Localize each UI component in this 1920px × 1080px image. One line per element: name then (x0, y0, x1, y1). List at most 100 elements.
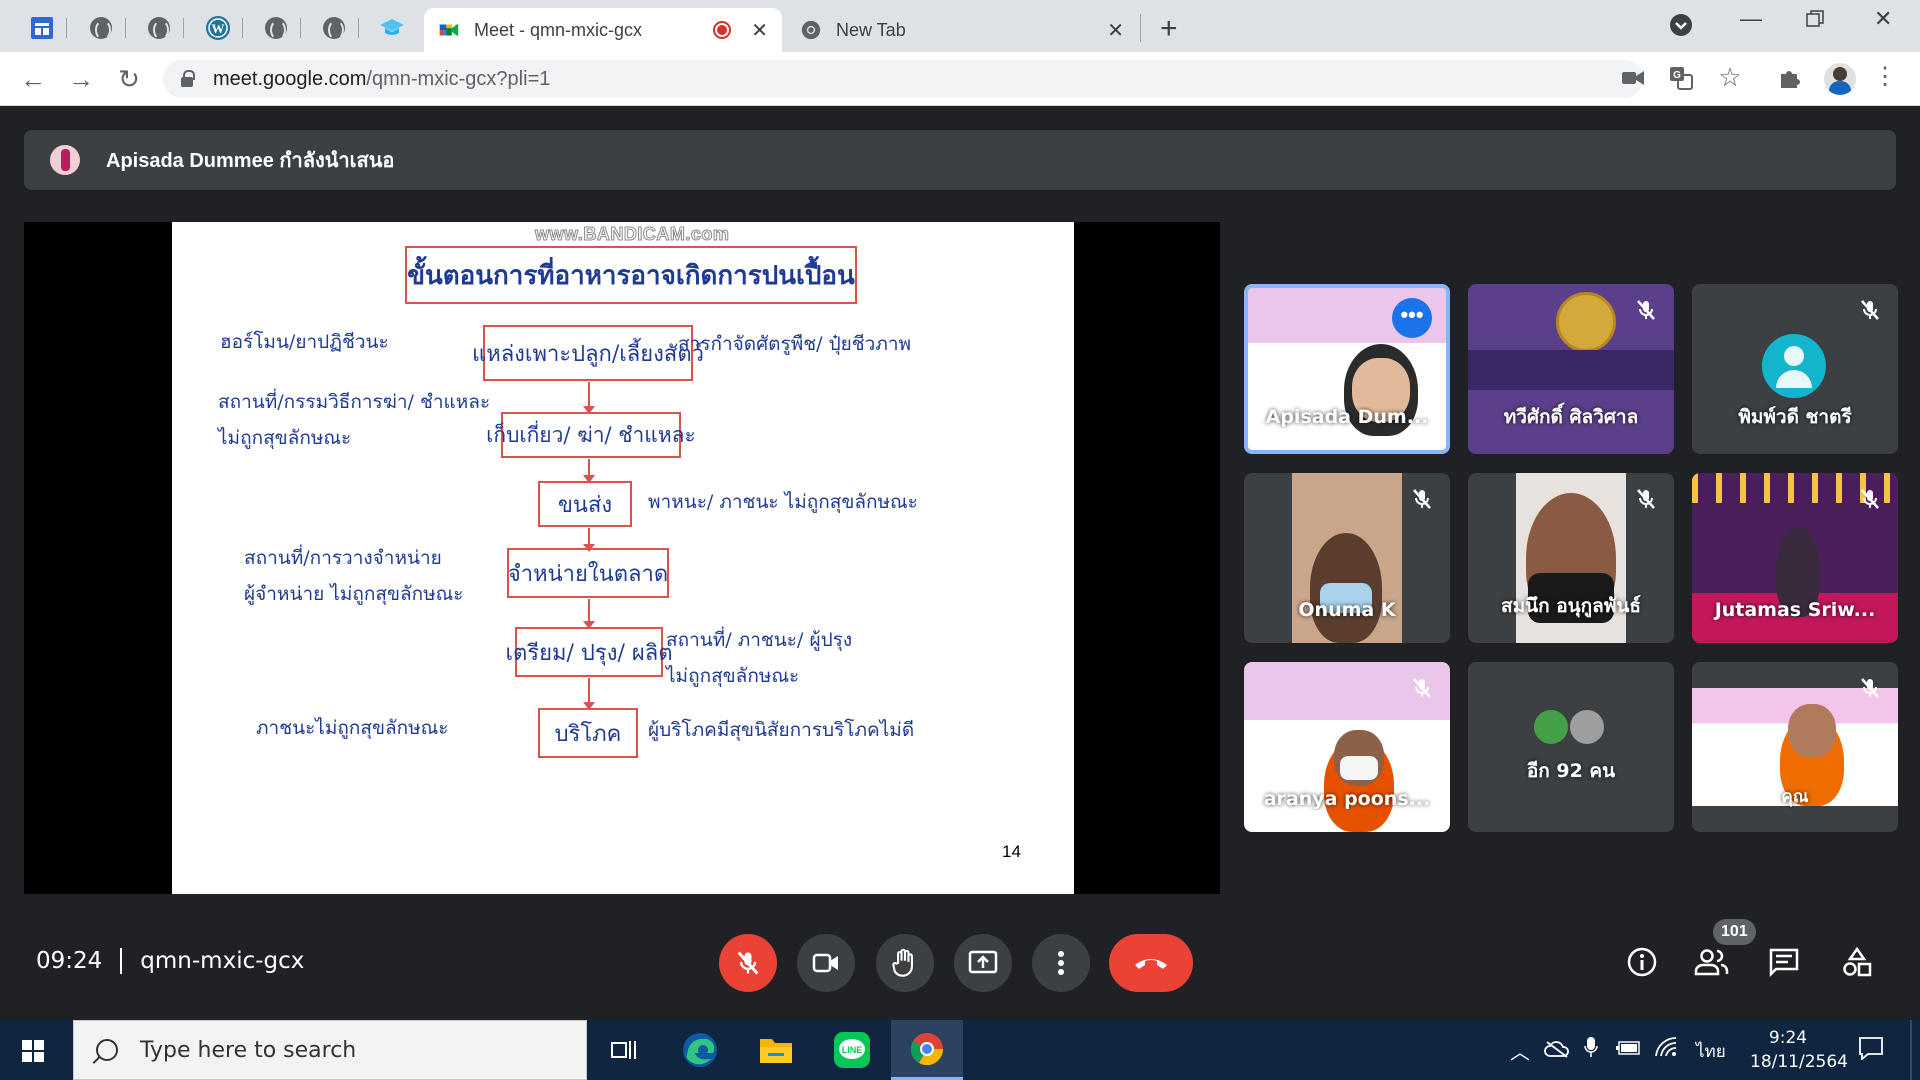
flow-step: เก็บเกี่ยว/ ฆ่า/ ชำแหละ (486, 412, 696, 458)
meeting-details-button[interactable] (1620, 940, 1664, 984)
participant-tile[interactable]: Jutamas Sriw... (1692, 473, 1898, 643)
globe-icon[interactable] (134, 8, 184, 48)
participant-name: aranya poons... (1263, 788, 1431, 810)
mic-off-icon (1861, 489, 1879, 509)
presenting-text: Apisada Dummee กำลังนำเสนอ (106, 150, 395, 172)
meeting-code: qmn-mxic-gcx (140, 948, 305, 974)
presenting-banner: Apisada Dummee กำลังนำเสนอ (24, 130, 1896, 190)
clock-time: 9:24 (1768, 1028, 1808, 1048)
college-emblem (1556, 292, 1616, 352)
participant-tile[interactable]: aranya poons... (1244, 662, 1450, 832)
divider (120, 948, 123, 974)
meeting-time: 09:24 (36, 948, 103, 974)
participant-tile[interactable]: ••• Apisada Dum... (1244, 284, 1450, 454)
tab-meet[interactable]: Meet - qmn-mxic-gcx ✕ (424, 8, 782, 52)
participant-tile[interactable]: สมนึก อนุกูลพันธ์ (1468, 473, 1674, 643)
restore-icon[interactable] (1806, 8, 1824, 34)
show-desktop-strip[interactable] (1910, 1020, 1912, 1080)
more-options-button[interactable] (1032, 934, 1090, 992)
avatar (1532, 708, 1570, 746)
back-arrow-icon[interactable]: ← (16, 62, 50, 96)
camera-toggle-button[interactable] (797, 934, 855, 992)
address-bar[interactable]: meet.google.com/qmn-mxic-gcx?pli=1 (163, 60, 1643, 98)
flow-arrow (583, 528, 595, 552)
participant-tile-others[interactable]: อีก 92 คน (1468, 662, 1674, 832)
microphone-toggle-button[interactable] (719, 934, 777, 992)
microphone-tray-icon[interactable] (1584, 1036, 1598, 1063)
notifications-icon[interactable] (1858, 1036, 1884, 1065)
tab-divider (1140, 14, 1141, 42)
globe-icon[interactable] (309, 8, 359, 48)
windows-start-icon[interactable] (22, 1040, 44, 1062)
camera-in-use-icon[interactable] (1620, 66, 1646, 92)
bandicam-watermark: www.BANDICAM.com (534, 224, 730, 245)
translate-icon[interactable]: G (1668, 66, 1694, 92)
globe-icon[interactable] (76, 8, 126, 48)
flow-arrow (583, 459, 595, 483)
file-explorer-icon[interactable] (740, 1020, 812, 1080)
chrome-icon (801, 20, 821, 40)
tab-search-icon[interactable] (1670, 14, 1692, 36)
mic-off-icon (1637, 300, 1655, 320)
participant-tile[interactable]: Onuma K (1244, 473, 1450, 643)
participant-tile[interactable]: ทวีศักดิ์ ศิลวิศาล (1468, 284, 1674, 454)
new-tab-plus-icon[interactable]: + (1160, 12, 1178, 46)
battery-icon[interactable] (1616, 1040, 1642, 1061)
participant-name: Onuma K (1298, 599, 1396, 621)
chat-button[interactable] (1762, 940, 1806, 984)
line-app-icon[interactable]: LINE (816, 1020, 888, 1080)
forward-arrow-icon[interactable]: → (64, 62, 98, 96)
presentation-stage[interactable]: www.BANDICAM.com ขั้นตอนการที่อาหารอาจเก… (24, 222, 1220, 894)
globe-icon[interactable] (251, 8, 301, 48)
language-indicator[interactable]: ไทย (1696, 1038, 1726, 1065)
show-hidden-icons[interactable]: ︿ (1510, 1036, 1530, 1065)
avatar (1568, 708, 1606, 746)
shared-slide: www.BANDICAM.com ขั้นตอนการที่อาหารอาจเก… (172, 222, 1074, 894)
participant-tile-self[interactable]: คุณ (1692, 662, 1898, 832)
onedrive-cloud-icon[interactable] (1544, 1040, 1570, 1063)
chat-icon (1769, 948, 1799, 977)
avatar (1762, 334, 1826, 398)
chrome-taskbar-icon[interactable] (891, 1020, 963, 1080)
flow-step: ขนส่ง (538, 481, 632, 527)
leave-call-button[interactable] (1109, 934, 1193, 992)
more-options-icon[interactable]: ••• (1392, 298, 1432, 338)
flow-step: จำหน่ายในตลาด (507, 548, 669, 598)
participant-name: สมนึก อนุกูลพันธ์ (1501, 595, 1641, 617)
participant-name: คุณ (1781, 787, 1809, 807)
taskbar-clock[interactable]: 9:24 18/11/2564 (1750, 1026, 1848, 1074)
bookmark-star-icon[interactable]: ☆ (1717, 62, 1743, 92)
edge-browser-icon[interactable] (664, 1020, 736, 1080)
extensions-puzzle-icon[interactable] (1777, 66, 1803, 92)
right-note: พาหนะ/ ภาชนะ ไม่ถูกสุขลักษณะ (648, 491, 918, 513)
wordpress-icon[interactable]: W (193, 8, 243, 48)
present-screen-button[interactable] (954, 934, 1012, 992)
flow-arrow (583, 382, 595, 414)
close-tab-icon[interactable]: ✕ (751, 18, 768, 43)
graduation-cap-icon[interactable] (367, 8, 417, 48)
calendar-app-icon[interactable] (17, 8, 67, 48)
show-everyone-button[interactable] (1690, 940, 1734, 984)
participant-tile[interactable]: พิมพ์วดี ชาตรี (1692, 284, 1898, 454)
recording-icon (713, 21, 732, 39)
activities-button[interactable] (1835, 940, 1879, 984)
raise-hand-button[interactable] (876, 934, 934, 992)
chrome-menu-icon[interactable]: ⋮ (1872, 62, 1898, 90)
participant-video (1788, 704, 1836, 758)
tab-new-tab[interactable]: New Tab ✕ (786, 8, 1138, 52)
minimize-icon[interactable]: — (1740, 6, 1762, 32)
url-text: meet.google.com/qmn-mxic-gcx?pli=1 (213, 67, 551, 90)
reload-icon[interactable]: ↻ (112, 62, 146, 96)
profile-avatar[interactable] (1824, 63, 1856, 95)
flow-arrow (583, 678, 595, 710)
svg-text:LINE: LINE (842, 1045, 863, 1055)
close-window-icon[interactable]: ✕ (1874, 6, 1892, 32)
others-count: อีก 92 คน (1526, 760, 1616, 782)
task-view-icon[interactable] (588, 1020, 660, 1080)
more-vert-icon (1058, 951, 1064, 975)
tab-title: Meet - qmn-mxic-gcx (474, 19, 643, 40)
video-camera-icon (812, 953, 838, 973)
taskbar-search-input[interactable]: Type here to search (73, 1020, 587, 1080)
wifi-icon[interactable] (1654, 1036, 1678, 1063)
close-tab-icon[interactable]: ✕ (1107, 18, 1124, 43)
